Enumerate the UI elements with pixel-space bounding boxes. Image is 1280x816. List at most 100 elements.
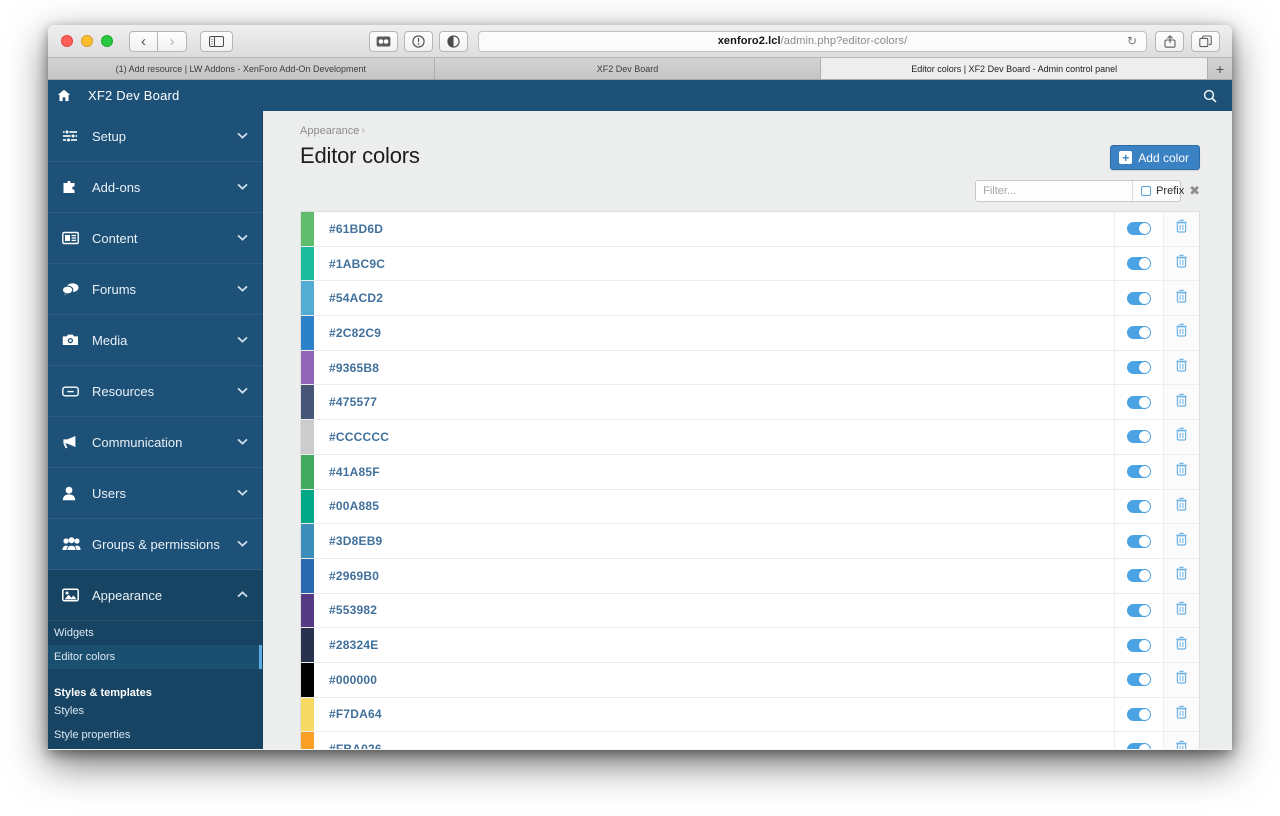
- trash-icon[interactable]: [1175, 740, 1188, 749]
- enable-toggle[interactable]: [1127, 673, 1151, 687]
- table-row[interactable]: #F7DA64: [301, 697, 1199, 733]
- sidebar-item-appearance[interactable]: Appearance: [48, 570, 262, 621]
- table-row[interactable]: #FBA026: [301, 732, 1199, 749]
- browser-tab-2[interactable]: XF2 Dev Board: [434, 58, 822, 79]
- reload-icon[interactable]: ↻: [1127, 34, 1137, 48]
- enable-toggle[interactable]: [1127, 430, 1151, 444]
- prefix-checkbox[interactable]: [1141, 186, 1152, 196]
- enable-toggle[interactable]: [1127, 603, 1151, 617]
- history-button[interactable]: [404, 30, 433, 52]
- back-button[interactable]: ‹: [129, 30, 158, 52]
- minimize-window-button[interactable]: [81, 35, 93, 47]
- trash-icon[interactable]: [1175, 497, 1188, 516]
- table-row[interactable]: #00A885: [301, 489, 1199, 525]
- color-hex-label[interactable]: #61BD6D: [314, 212, 1114, 246]
- color-hex-label[interactable]: #28324E: [314, 628, 1114, 662]
- color-hex-label[interactable]: #CCCCCC: [314, 420, 1114, 454]
- table-row[interactable]: #61BD6D: [301, 212, 1199, 247]
- table-row[interactable]: #28324E: [301, 628, 1199, 663]
- home-button[interactable]: [48, 89, 80, 102]
- sidebar-item-content[interactable]: Content: [48, 213, 262, 264]
- trash-icon[interactable]: [1175, 705, 1188, 724]
- color-hex-label[interactable]: #FBA026: [314, 732, 1114, 749]
- color-hex-label[interactable]: #2C82C9: [314, 316, 1114, 350]
- sidebar-item-resources[interactable]: Resources: [48, 366, 262, 417]
- color-hex-label[interactable]: #9365B8: [314, 351, 1114, 385]
- privacy-button[interactable]: [439, 30, 468, 52]
- trash-icon[interactable]: [1175, 254, 1188, 273]
- enable-toggle[interactable]: [1127, 499, 1151, 513]
- trash-icon[interactable]: [1175, 358, 1188, 377]
- table-row[interactable]: #000000: [301, 662, 1199, 698]
- browser-tab-3-active[interactable]: Editor colors | XF2 Dev Board - Admin co…: [821, 58, 1209, 79]
- trash-icon[interactable]: [1175, 462, 1188, 481]
- sidebar-item-add-ons[interactable]: Add-ons: [48, 162, 262, 213]
- enable-toggle[interactable]: [1127, 222, 1151, 236]
- show-all-tabs-button[interactable]: [1191, 30, 1220, 52]
- color-hex-label[interactable]: #00A885: [314, 490, 1114, 524]
- color-hex-label[interactable]: #F7DA64: [314, 698, 1114, 732]
- sidebar-item-users[interactable]: Users: [48, 468, 262, 519]
- enable-toggle[interactable]: [1127, 395, 1151, 409]
- table-row[interactable]: #553982: [301, 593, 1199, 629]
- sidebar-subitem-editor-colors[interactable]: Editor colors: [48, 645, 262, 669]
- browser-tab-1[interactable]: (1) Add resource | LW Addons - XenForo A…: [48, 58, 435, 79]
- close-window-button[interactable]: [61, 35, 73, 47]
- trash-icon[interactable]: [1175, 670, 1188, 689]
- enable-toggle[interactable]: [1127, 707, 1151, 721]
- trash-icon[interactable]: [1175, 532, 1188, 551]
- add-color-button[interactable]: + Add color: [1110, 145, 1200, 170]
- enable-toggle[interactable]: [1127, 569, 1151, 583]
- prefix-checkbox-wrap[interactable]: Prefix: [1132, 181, 1192, 201]
- trash-icon[interactable]: [1175, 219, 1188, 238]
- table-row[interactable]: #3D8EB9: [301, 524, 1199, 559]
- sidebar-subitem-widgets[interactable]: Widgets: [48, 621, 262, 645]
- trash-icon[interactable]: [1175, 566, 1188, 585]
- enable-toggle[interactable]: [1127, 257, 1151, 271]
- sidebar-item-media[interactable]: Media: [48, 315, 262, 366]
- sidebar-item-groups-permissions[interactable]: Groups & permissions: [48, 519, 262, 570]
- reading-list-button[interactable]: [369, 30, 398, 52]
- table-row[interactable]: #475577: [301, 385, 1199, 421]
- trash-icon[interactable]: [1175, 636, 1188, 655]
- trash-icon[interactable]: [1175, 289, 1188, 308]
- color-hex-label[interactable]: #2969B0: [314, 559, 1114, 593]
- table-row[interactable]: #2C82C9: [301, 316, 1199, 351]
- share-button[interactable]: [1155, 30, 1184, 52]
- enable-toggle[interactable]: [1127, 326, 1151, 340]
- enable-toggle[interactable]: [1127, 638, 1151, 652]
- sidebar-subitem-style-properties[interactable]: Style properties: [48, 723, 262, 747]
- forward-button[interactable]: ›: [158, 30, 187, 52]
- table-row[interactable]: #2969B0: [301, 558, 1199, 594]
- color-hex-label[interactable]: #3D8EB9: [314, 524, 1114, 558]
- sidebar-toggle-button[interactable]: [200, 30, 233, 52]
- table-row[interactable]: #54ACD2: [301, 281, 1199, 317]
- clear-filter-icon[interactable]: ✖: [1189, 183, 1200, 199]
- trash-icon[interactable]: [1175, 323, 1188, 342]
- enable-toggle[interactable]: [1127, 291, 1151, 305]
- trash-icon[interactable]: [1175, 601, 1188, 620]
- sidebar-item-forums[interactable]: Forums: [48, 264, 262, 315]
- enable-toggle[interactable]: [1127, 534, 1151, 548]
- color-hex-label[interactable]: #54ACD2: [314, 281, 1114, 315]
- enable-toggle[interactable]: [1127, 361, 1151, 375]
- breadcrumb-item-appearance[interactable]: Appearance: [300, 125, 359, 137]
- table-row[interactable]: #1ABC9C: [301, 246, 1199, 282]
- color-hex-label[interactable]: #41A85F: [314, 455, 1114, 489]
- sidebar-item-setup[interactable]: Setup: [48, 111, 262, 162]
- color-hex-label[interactable]: #553982: [314, 594, 1114, 628]
- trash-icon[interactable]: [1175, 427, 1188, 446]
- color-hex-label[interactable]: #475577: [314, 385, 1114, 419]
- sidebar-item-communication[interactable]: Communication: [48, 417, 262, 468]
- table-row[interactable]: #41A85F: [301, 454, 1199, 490]
- address-bar[interactable]: xenforo2.lcl/admin.php?editor-colors/ ↻: [478, 30, 1147, 52]
- admin-search-button[interactable]: [1188, 80, 1232, 111]
- table-row[interactable]: #CCCCCC: [301, 420, 1199, 455]
- sidebar-subitem-styles[interactable]: Styles: [48, 699, 262, 723]
- color-hex-label[interactable]: #1ABC9C: [314, 247, 1114, 281]
- filter-input[interactable]: [976, 185, 1133, 197]
- table-row[interactable]: #9365B8: [301, 350, 1199, 386]
- color-hex-label[interactable]: #000000: [314, 663, 1114, 697]
- new-tab-button[interactable]: +: [1208, 58, 1232, 79]
- zoom-window-button[interactable]: [101, 35, 113, 47]
